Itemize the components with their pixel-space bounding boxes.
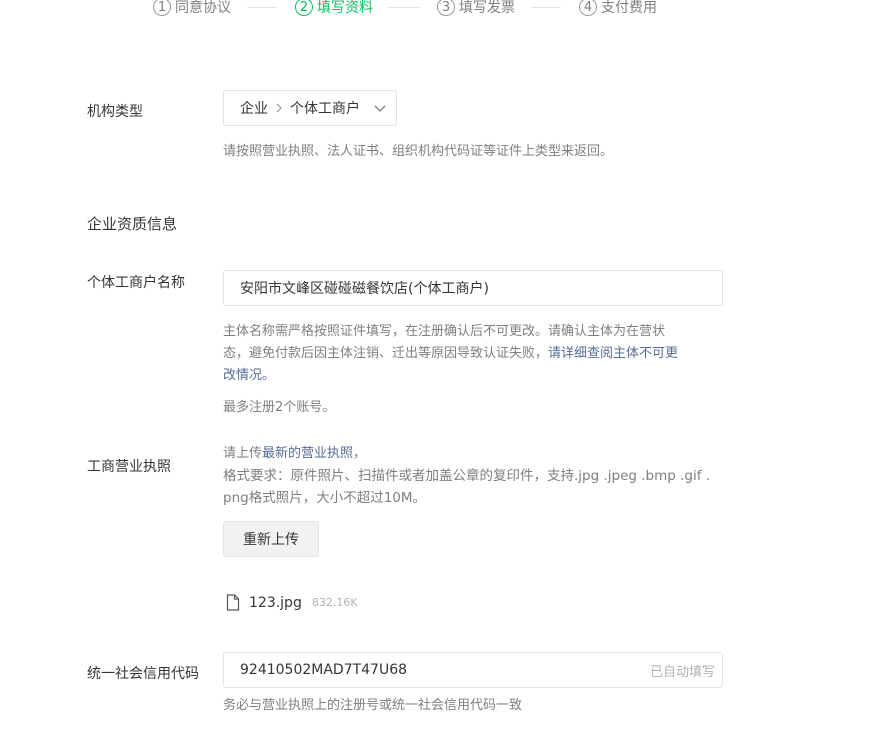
chevron-right-icon — [274, 102, 284, 114]
org-type-label: 机构类型 — [87, 104, 143, 120]
business-name-value: 安阳市文峰区碰碰磁餐饮店(个体工商户) — [240, 281, 489, 297]
hint-line: 请上传最新的营业执照， — [223, 443, 743, 465]
license-label: 工商营业执照 — [87, 459, 171, 475]
step-divider — [247, 6, 277, 8]
step-invoice: 3 填写发票 — [437, 0, 515, 17]
latest-license-link[interactable]: 最新的营业执照 — [262, 446, 353, 461]
step-number: 2 — [295, 0, 313, 16]
credit-code-input[interactable]: 92410502MAD7T47U68 已自动填写 — [223, 652, 723, 688]
org-type-value: 个体工商户 — [290, 101, 360, 117]
credit-code-value: 92410502MAD7T47U68 — [240, 662, 408, 678]
step-divider — [531, 6, 561, 8]
step-label: 同意协议 — [175, 0, 231, 16]
file-size: 832.16K — [311, 596, 358, 609]
subject-details-link-cont[interactable]: 改情况。 — [223, 365, 723, 387]
step-number: 1 — [153, 0, 171, 16]
format-line: 格式要求：原件照片、扫描件或者加盖公章的复印件，支持.jpg .jpeg .bm… — [223, 468, 711, 484]
step-label: 填写发票 — [459, 0, 515, 16]
license-hint: 请上传最新的营业执照， 格式要求：原件照片、扫描件或者加盖公章的复印件，支持.j… — [223, 443, 743, 509]
step-label: 支付费用 — [601, 0, 657, 16]
auto-filled-tag: 已自动填写 — [649, 664, 715, 680]
business-name-input[interactable]: 安阳市文峰区碰碰磁餐饮店(个体工商户) — [223, 270, 723, 306]
step-number: 4 — [579, 0, 597, 16]
account-limit-note: 最多注册2个账号。 — [223, 400, 336, 415]
file-item[interactable]: 123.jpg 832.16K — [226, 594, 358, 611]
credit-code-label: 统一社会信用代码 — [87, 666, 199, 682]
section-title: 企业资质信息 — [87, 215, 178, 233]
org-type-category: 企业 — [240, 101, 268, 117]
hint-text: 态，避免付款后因主体注销、迁出等原因导致认证失败， — [223, 346, 549, 361]
hint-line: 态，避免付款后因主体注销、迁出等原因导致认证失败，请详细查阅主体不可更 — [223, 343, 723, 365]
uploaded-file: 123.jpg 832.16K — [226, 594, 358, 611]
business-name-hint: 主体名称需严格按照证件填写，在注册确认后不可更改。请确认主体为在营状 态，避免付… — [223, 321, 723, 387]
business-name-label: 个体工商户名称 — [87, 275, 185, 291]
chevron-down-icon — [372, 102, 388, 114]
format-line: png格式照片，大小不超过10M。 — [223, 490, 427, 506]
credit-code-hint: 务必与营业执照上的注册号或统一社会信用代码一致 — [223, 698, 523, 713]
org-type-select[interactable]: 企业 个体工商户 — [223, 90, 397, 126]
business-name-field: 安阳市文峰区碰碰磁餐饮店(个体工商户) — [223, 270, 723, 306]
file-icon — [226, 594, 240, 611]
step-divider — [389, 6, 419, 8]
file-name: 123.jpg — [249, 594, 302, 611]
step-fill-info: 2 填写资料 — [295, 0, 373, 17]
subject-details-link[interactable]: 请详细查阅主体不可更 — [548, 346, 678, 361]
reupload-wrapper: 重新上传 — [223, 521, 319, 557]
org-type-hint: 请按照营业执照、法人证书、组织机构代码证等证件上类型来返回。 — [223, 144, 614, 159]
hint-line: 主体名称需严格按照证件填写，在注册确认后不可更改。请确认主体为在营状 — [223, 324, 666, 339]
step-payment: 4 支付费用 — [579, 0, 657, 17]
hint-text: 请上传 — [223, 446, 263, 461]
progress-stepper: 1 同意协议 2 填写资料 3 填写发票 4 支付费用 — [153, 0, 657, 22]
credit-code-field: 92410502MAD7T47U68 已自动填写 — [223, 652, 723, 688]
step-number: 3 — [437, 0, 455, 16]
step-agree: 1 同意协议 — [153, 0, 231, 17]
hint-text: ， — [353, 446, 367, 461]
org-type-field: 企业 个体工商户 — [223, 90, 397, 126]
step-label: 填写资料 — [317, 0, 373, 16]
reupload-button[interactable]: 重新上传 — [223, 521, 319, 557]
